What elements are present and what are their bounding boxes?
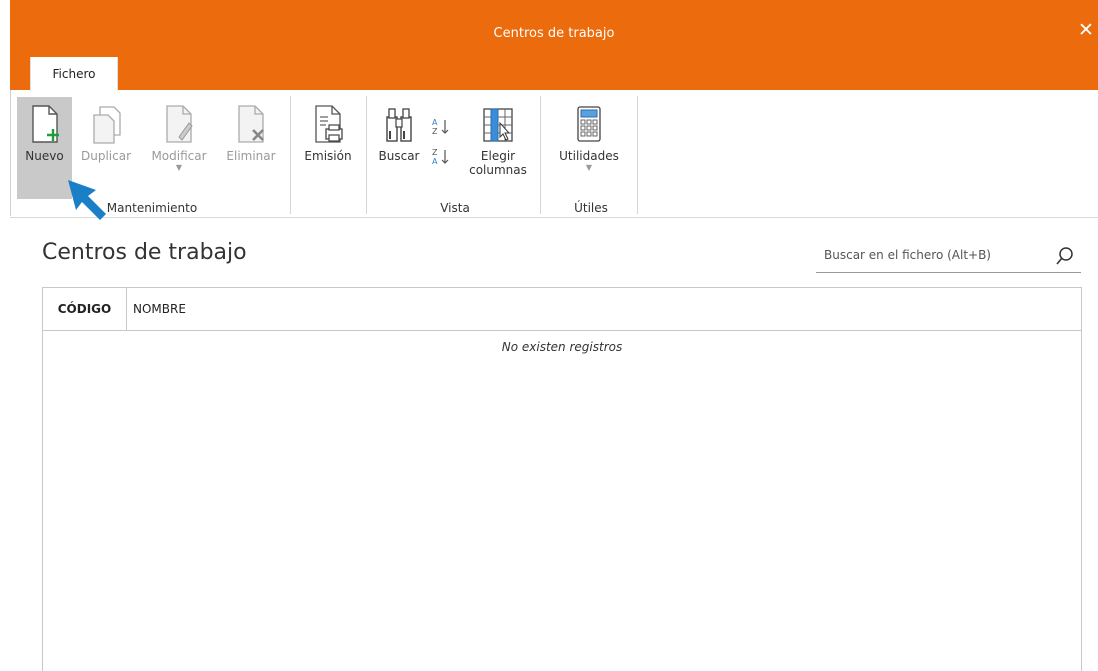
duplicate-icon xyxy=(76,103,136,145)
chevron-down-icon: ▼ xyxy=(585,163,593,172)
eliminar-button[interactable]: Eliminar xyxy=(218,97,284,199)
binoculars-icon xyxy=(372,103,426,145)
columnas-label: columnas xyxy=(469,163,527,177)
utilidades-label: Utilidades xyxy=(559,149,619,163)
emision-label: Emisión xyxy=(304,149,352,163)
pointer-arrow-icon xyxy=(66,178,110,226)
ribbon-separator xyxy=(366,96,367,214)
search-input[interactable] xyxy=(816,240,1049,270)
svg-text:Z: Z xyxy=(432,148,438,157)
close-icon[interactable]: ✕ xyxy=(1078,20,1094,40)
group-label-utiles: Útiles xyxy=(574,201,608,215)
duplicar-label: Duplicar xyxy=(80,149,131,163)
table-header: CÓDIGO NOMBRE xyxy=(43,288,1081,331)
buscar-label: Buscar xyxy=(378,149,420,163)
sort-ascending-icon[interactable]: A Z xyxy=(430,116,452,138)
emision-button[interactable]: Emisión xyxy=(295,97,361,199)
column-header-nombre[interactable]: NOMBRE xyxy=(133,288,186,330)
calculator-icon xyxy=(546,103,632,145)
modificar-button[interactable]: Modificar ▼ xyxy=(142,97,216,199)
group-label-vista: Vista xyxy=(440,201,470,215)
title-bar: Centros de trabajo ✕ Fichero xyxy=(10,0,1098,91)
empty-message: No existen registros xyxy=(501,340,623,354)
tab-fichero[interactable]: Fichero xyxy=(30,57,118,91)
search-icon[interactable] xyxy=(1055,246,1075,270)
svg-text:Z: Z xyxy=(432,127,438,136)
elegir-columnas-button[interactable]: Elegir columnas xyxy=(460,97,536,199)
print-document-icon xyxy=(295,103,361,145)
nuevo-label: Nuevo xyxy=(25,149,64,163)
new-document-icon xyxy=(17,103,72,145)
records-table: CÓDIGO NOMBRE No existen registros xyxy=(42,287,1082,671)
chevron-down-icon: ▼ xyxy=(175,163,183,172)
ribbon-divider xyxy=(10,217,1098,218)
search-box xyxy=(816,240,1081,273)
ribbon-separator xyxy=(637,96,638,214)
buscar-button[interactable]: Buscar xyxy=(372,97,426,199)
columns-icon xyxy=(460,103,536,145)
svg-text:A: A xyxy=(432,118,438,127)
page-title: Centros de trabajo xyxy=(42,240,247,265)
delete-document-icon xyxy=(218,103,284,145)
elegir-label: Elegir xyxy=(480,149,516,163)
edit-document-icon xyxy=(142,103,216,145)
ribbon-separator xyxy=(540,96,541,214)
utilidades-button[interactable]: Utilidades ▼ xyxy=(546,97,632,199)
ribbon-separator xyxy=(290,96,291,214)
sort-descending-icon[interactable]: Z A xyxy=(430,146,452,168)
nuevo-button[interactable]: Nuevo xyxy=(17,97,72,199)
svg-text:A: A xyxy=(432,157,438,166)
modificar-label: Modificar xyxy=(151,149,207,163)
column-header-codigo[interactable]: CÓDIGO xyxy=(43,288,127,330)
window-title: Centros de trabajo xyxy=(493,26,615,41)
group-label-mantenimiento: Mantenimiento xyxy=(106,201,198,215)
eliminar-label: Eliminar xyxy=(226,149,276,163)
